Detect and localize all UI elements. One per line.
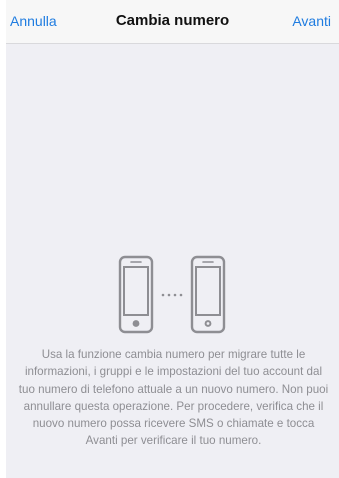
old-phone-icon	[118, 255, 154, 334]
new-phone-icon	[190, 255, 226, 334]
change-number-screen: Annulla Cambia numero Avanti Usa la funz…	[6, 0, 339, 478]
transfer-dots	[161, 293, 183, 297]
phones-illustration	[118, 255, 226, 334]
navigation-bar: Annulla Cambia numero Avanti	[6, 0, 339, 44]
phone-transfer-icon	[116, 255, 228, 335]
page-title: Cambia numero	[115, 12, 230, 29]
next-button[interactable]: Avanti	[292, 13, 331, 29]
change-number-description: Usa la funzione cambia numero per migrar…	[18, 348, 329, 448]
